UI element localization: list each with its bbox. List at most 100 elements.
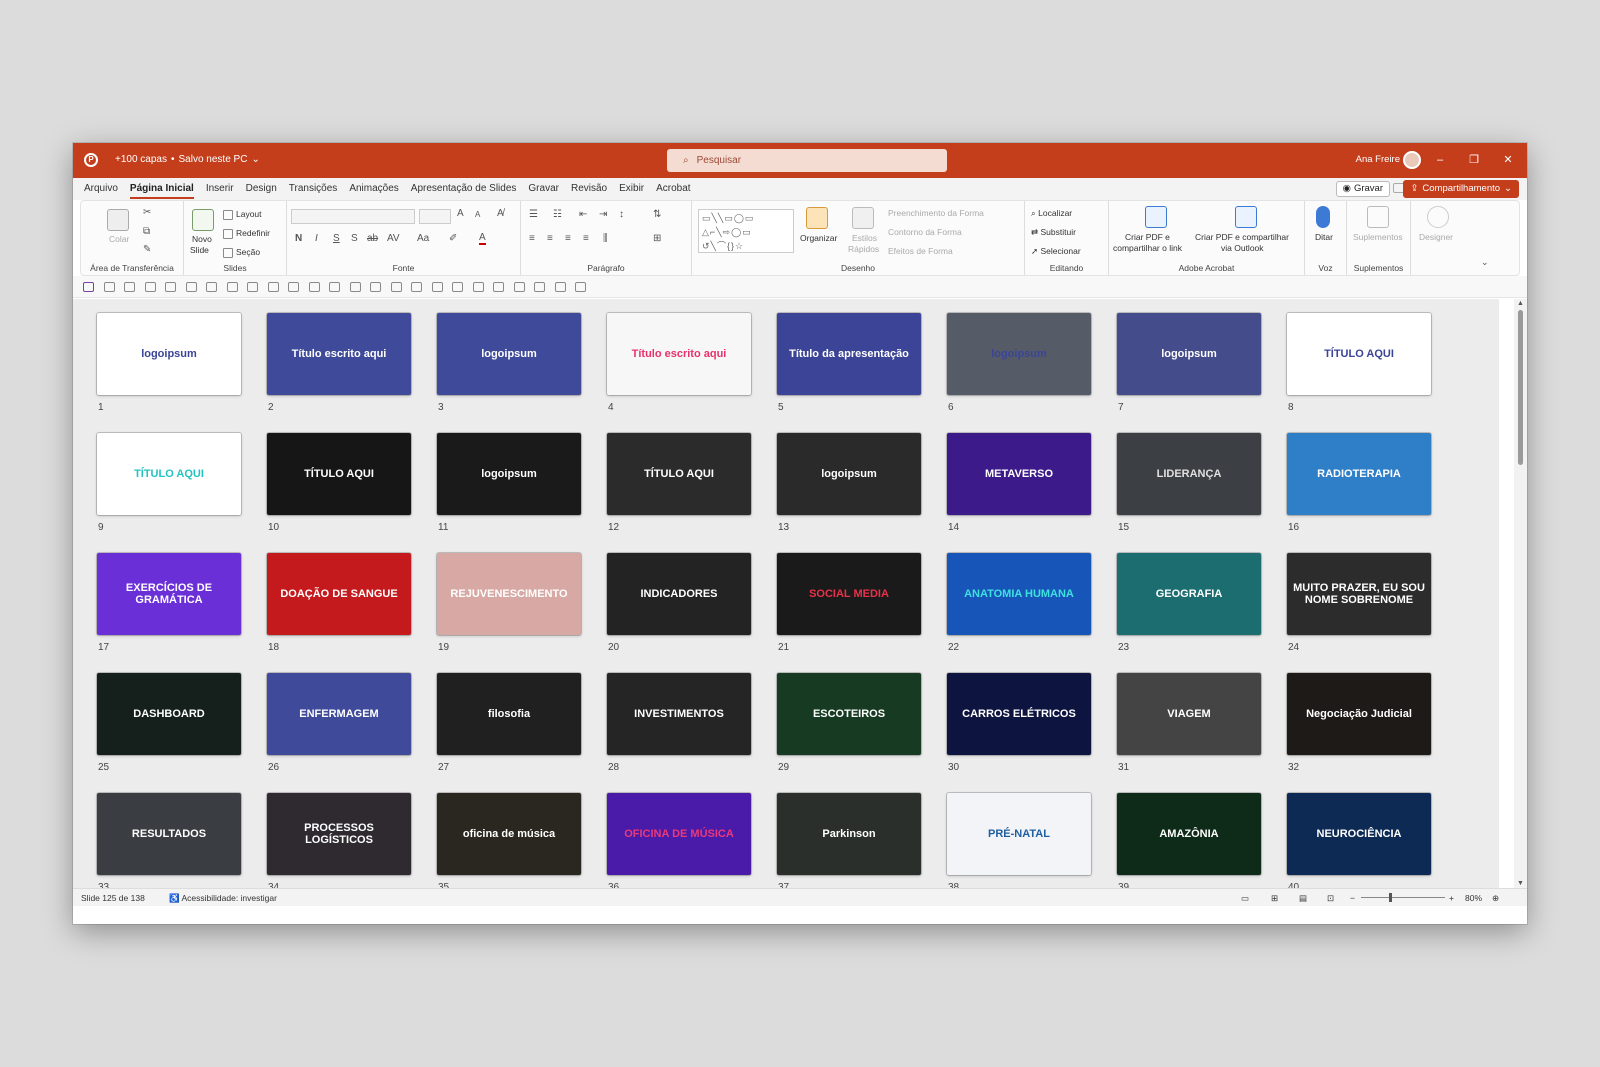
grow-font-button[interactable]: A	[457, 208, 464, 219]
designer-icon[interactable]	[1427, 206, 1449, 228]
format-painter-icon[interactable]	[144, 282, 156, 292]
zoom-slider-knob[interactable]	[1389, 893, 1392, 902]
align-left-icon[interactable]	[267, 282, 279, 292]
quick-styles-label-1[interactable]: Estilos	[852, 233, 877, 243]
share-button[interactable]: ⇪ Compartilhamento ⌄	[1403, 180, 1519, 198]
slide-thumbnail[interactable]: logoipsum	[97, 313, 241, 395]
increase-indent-icon[interactable]: ⇥	[599, 209, 607, 220]
slide-thumbnail[interactable]: METAVERSO	[947, 433, 1091, 515]
slide-thumbnail[interactable]: DOAÇÃO DE SANGUE	[267, 553, 411, 635]
outline-icon[interactable]	[370, 282, 381, 292]
slide-thumbnail[interactable]: filosofia	[437, 673, 581, 755]
shrink-font-button[interactable]: A	[475, 210, 480, 219]
slide-thumbnail[interactable]: PROCESSOS LOGÍSTICOS	[267, 793, 411, 875]
slide-thumbnail[interactable]: CARROS ELÉTRICOS	[947, 673, 1091, 755]
scroll-down-icon[interactable]: ▼	[1517, 880, 1524, 887]
font-name-select[interactable]	[291, 209, 415, 224]
tab-arquivo[interactable]: Arquivo	[78, 178, 124, 200]
find-button[interactable]: ⌕ Localizar	[1031, 208, 1072, 219]
tab-anima-es[interactable]: Animações	[343, 178, 404, 200]
pdf-link-label-2[interactable]: compartilhar o link	[1113, 243, 1182, 253]
clear-format-icon[interactable]: A̸	[497, 208, 504, 219]
slide-thumbnail[interactable]: PRÉ-NATAL	[947, 793, 1091, 875]
shapes-gallery[interactable]: ▭╲╲▭◯▭ △⌐╲⇨◯▭ ↺╲⌒{}☆	[698, 209, 794, 253]
section-button[interactable]: Seção	[223, 247, 260, 258]
slide-sorter-view-icon[interactable]: ⊞	[1271, 893, 1278, 904]
crop-icon[interactable]	[554, 282, 566, 292]
shape-fill-button[interactable]: Preenchimento da Forma	[888, 208, 984, 218]
replace-button[interactable]: ⇄ Substituir	[1031, 227, 1076, 238]
smartart-icon[interactable]: ⊞	[653, 233, 661, 244]
slide-thumbnail[interactable]: GEOGRAFIA	[1117, 553, 1261, 635]
normal-view-icon[interactable]: ▭	[1241, 893, 1249, 904]
tab-transi-es[interactable]: Transições	[283, 178, 344, 200]
user-name[interactable]: Ana Freire	[1356, 154, 1400, 165]
pdf-outlook-icon[interactable]	[1235, 206, 1257, 228]
quick-styles-icon[interactable]	[852, 207, 874, 229]
rotate-icon[interactable]	[534, 282, 545, 292]
slide-thumbnail[interactable]: MUITO PRAZER, EU SOU NOME SOBRENOME	[1287, 553, 1431, 635]
align-right-icon[interactable]: ≡	[565, 233, 571, 244]
redo-icon[interactable]	[124, 282, 135, 292]
align-center-icon[interactable]: ≡	[547, 233, 553, 244]
shape-effects-button[interactable]: Efeitos de Forma	[888, 246, 953, 256]
font-size-select[interactable]	[419, 209, 451, 224]
pdf-link-label-1[interactable]: Criar PDF e	[1125, 232, 1170, 242]
tab-revis-o[interactable]: Revisão	[565, 178, 613, 200]
slide-thumbnail[interactable]: Parkinson	[777, 793, 921, 875]
more-icon[interactable]	[575, 282, 586, 292]
bold-button[interactable]: N	[295, 233, 302, 244]
paste-icon[interactable]	[107, 209, 129, 231]
powerpoint-logo-icon[interactable]: P	[84, 153, 98, 167]
align-top-icon[interactable]	[452, 282, 463, 292]
group-icon[interactable]	[411, 282, 422, 292]
zoom-level[interactable]: 80%	[1465, 893, 1482, 903]
avatar[interactable]	[1403, 151, 1421, 169]
shape-icon[interactable]	[390, 282, 402, 292]
quick-styles-label-2[interactable]: Rápidos	[848, 244, 879, 254]
slide-thumbnail[interactable]: logoipsum	[947, 313, 1091, 395]
columns-icon[interactable]: ⫼	[603, 233, 608, 244]
slide-counter[interactable]: Slide 125 de 138	[81, 893, 145, 903]
slide-thumbnail[interactable]: ESCOTEIROS	[777, 673, 921, 755]
text-box-icon[interactable]	[206, 282, 217, 292]
line-spacing-icon[interactable]: ↕	[619, 209, 624, 220]
scroll-up-icon[interactable]: ▲	[1517, 300, 1524, 307]
slide-thumbnail[interactable]: VIAGEM	[1117, 673, 1261, 755]
format-painter-icon[interactable]: ✎	[143, 244, 151, 255]
decrease-indent-icon[interactable]: ⇤	[579, 209, 587, 220]
pdf-outlook-label-2[interactable]: via Outlook	[1221, 243, 1264, 253]
slide-thumbnail[interactable]: EXERCÍCIOS DE GRAMÁTICA	[97, 553, 241, 635]
reading-view-icon[interactable]: ▤	[1299, 893, 1307, 904]
arrange-icon[interactable]	[806, 207, 828, 229]
tab-p-gina-inicial[interactable]: Página Inicial	[124, 178, 200, 200]
shape-outline-button[interactable]: Contorno da Forma	[888, 227, 962, 237]
distribute-icon[interactable]	[513, 282, 525, 292]
tab-exibir[interactable]: Exibir	[613, 178, 650, 200]
vertical-scrollbar[interactable]: ▲ ▼	[1514, 299, 1527, 888]
bullets-icon[interactable]: ☰	[529, 209, 538, 220]
slide-thumbnail[interactable]: RESULTADOS	[97, 793, 241, 875]
slide-thumbnail[interactable]: RADIOTERAPIA	[1287, 433, 1431, 515]
align-left-icon[interactable]: ≡	[529, 233, 535, 244]
justify-icon[interactable]: ≡	[583, 233, 589, 244]
zoom-out-icon[interactable]: −	[1350, 893, 1355, 903]
change-case-button[interactable]: Aa	[417, 233, 429, 244]
align-center-icon[interactable]	[288, 282, 299, 292]
font-color-button[interactable]: A	[479, 232, 486, 245]
tab-apresenta-o-de-slides[interactable]: Apresentação de Slides	[405, 178, 523, 200]
tab-design[interactable]: Design	[240, 178, 283, 200]
highlight-icon[interactable]: ✐	[449, 233, 457, 244]
slide-thumbnail[interactable]: TÍTULO AQUI	[97, 433, 241, 515]
cut-icon[interactable]: ✂	[143, 207, 151, 218]
slide-thumbnail[interactable]: Título da apresentação	[777, 313, 921, 395]
slide-thumbnail[interactable]: DASHBOARD	[97, 673, 241, 755]
strikethrough-button[interactable]: ab	[367, 233, 378, 244]
search-input[interactable]: ⌕ Pesquisar	[667, 149, 947, 172]
collapse-ribbon-icon[interactable]: ⌄	[1481, 257, 1489, 268]
slide-thumbnail[interactable]: OFICINA DE MÚSICA	[607, 793, 751, 875]
addins-icon[interactable]	[1367, 206, 1389, 228]
addins-button[interactable]: Suplementos	[1353, 232, 1403, 242]
char-spacing-button[interactable]: AV	[387, 233, 400, 244]
slide-thumbnail[interactable]: oficina de música	[437, 793, 581, 875]
